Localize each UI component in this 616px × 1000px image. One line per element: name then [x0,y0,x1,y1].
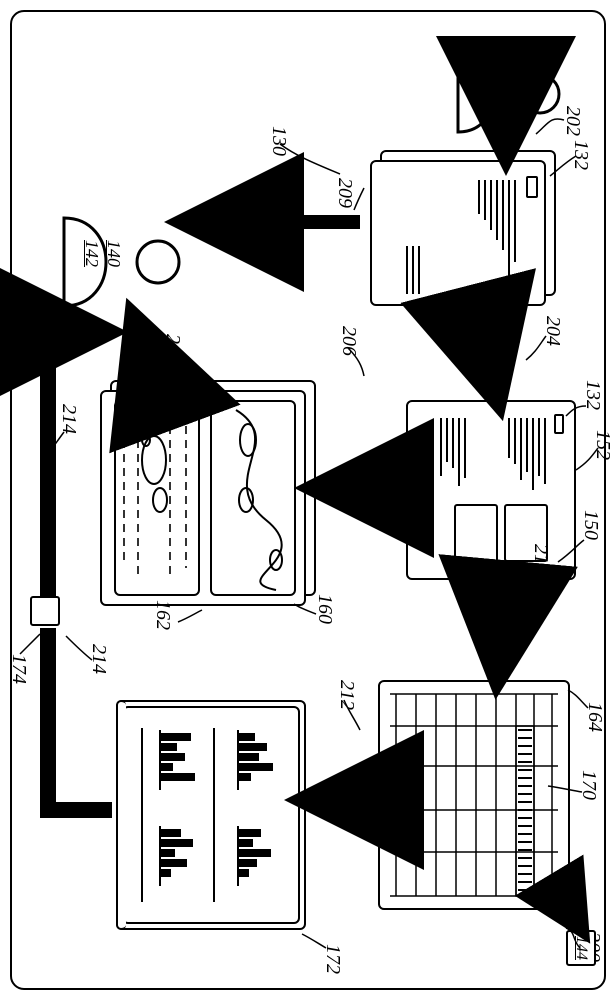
label-202: 202 [561,106,584,136]
label-170: 170 [577,770,600,800]
label-132b: 132 [581,380,604,410]
label-150: 150 [579,510,602,540]
label-132a: 132 [569,140,592,170]
flow-diagram: 200 140 [0,0,616,1000]
box-174 [30,596,60,626]
label-212: 212 [335,680,358,710]
box-144: 144 [566,930,596,966]
label-172: 172 [321,944,344,974]
label-162: 162 [151,600,174,630]
label-152: 152 [591,430,614,460]
label-204: 204 [541,316,564,346]
label-210: 210 [529,544,552,574]
label-142: 142 [81,240,102,267]
label-208: 208 [161,334,184,364]
document-stack-130 [366,150,556,310]
label-164: 164 [583,702,606,732]
book-172 [116,700,306,930]
spreadsheet-164 [378,680,570,910]
label-140b: 140 [103,240,124,267]
window-160 [96,380,316,610]
chip-132a [526,176,538,198]
user-icon-1 [456,46,566,146]
label-130: 130 [267,126,290,156]
label-174: 174 [7,654,30,684]
label-214a: 214 [87,644,110,674]
label-214b: 214 [57,404,80,434]
label-206: 206 [337,326,360,356]
label-209: 209 [333,178,356,208]
label-140a: 140 [487,72,508,99]
label-160: 160 [313,594,336,624]
